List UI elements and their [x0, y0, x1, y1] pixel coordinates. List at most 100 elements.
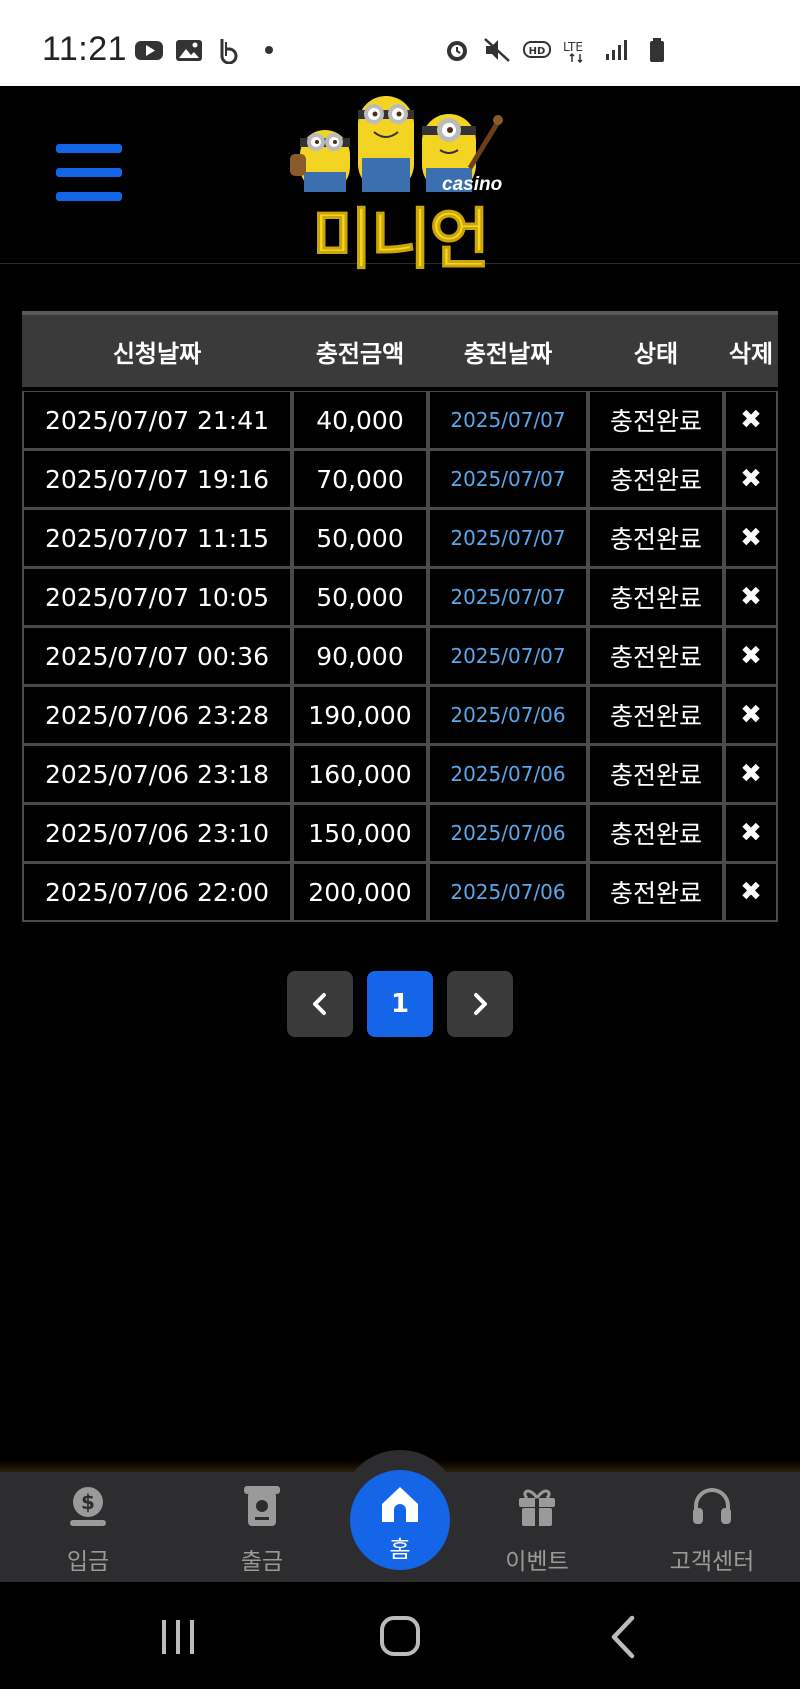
request-date-cell: 2025/07/07 21:41 — [22, 391, 292, 450]
delete-button[interactable]: ✖ — [724, 450, 778, 509]
nav-event-label: 이벤트 — [505, 1549, 569, 1575]
charge-date-cell: 2025/07/06 — [428, 804, 588, 863]
status-time: 11:21 — [42, 30, 128, 68]
pagination: 1 — [287, 971, 513, 1037]
delete-button[interactable]: ✖ — [724, 804, 778, 863]
col-status: 상태 — [588, 311, 724, 387]
request-date-cell: 2025/07/07 00:36 — [22, 627, 292, 686]
status-cell: 충전완료 — [588, 627, 724, 686]
charge-date-cell: 2025/07/07 — [428, 627, 588, 686]
charge-date-cell: 2025/07/07 — [428, 509, 588, 568]
prev-page-button[interactable] — [287, 971, 353, 1037]
page-button-current[interactable]: 1 — [367, 971, 433, 1037]
gift-icon — [519, 1489, 555, 1526]
delete-button[interactable]: ✖ — [724, 745, 778, 804]
delete-button[interactable]: ✖ — [724, 568, 778, 627]
alarm-icon — [447, 41, 467, 61]
logo-main-text: 미니언 — [311, 201, 490, 279]
nav-home[interactable]: 홈 — [350, 1470, 450, 1570]
request-date-cell: 2025/07/06 23:10 — [22, 804, 292, 863]
delete-button[interactable]: ✖ — [724, 686, 778, 745]
dot-icon — [265, 46, 273, 54]
request-date-cell: 2025/07/06 23:28 — [22, 686, 292, 745]
table-row: 2025/07/07 00:36 90,000 2025/07/07 충전완료 … — [22, 627, 778, 686]
status-left-icons — [134, 36, 284, 64]
charge-date-cell: 2025/07/06 — [428, 686, 588, 745]
amount-cell: 50,000 — [292, 568, 428, 627]
chevron-left-icon — [313, 993, 326, 1015]
amount-cell: 40,000 — [292, 391, 428, 450]
amount-cell: 50,000 — [292, 509, 428, 568]
status-cell: 충전완료 — [588, 804, 724, 863]
b-app-icon — [220, 39, 238, 64]
col-request-date: 신청날짜 — [22, 311, 292, 387]
status-cell: 충전완료 — [588, 568, 724, 627]
charge-date-cell: 2025/07/06 — [428, 863, 588, 922]
request-date-cell: 2025/07/06 23:18 — [22, 745, 292, 804]
site-header: casino 미니언 — [0, 86, 800, 279]
gallery-icon — [176, 40, 202, 61]
mute-icon — [484, 38, 510, 62]
svg-text:HD: HD — [529, 46, 546, 57]
home-circle-icon[interactable] — [370, 1612, 430, 1662]
home-icon — [382, 1487, 418, 1522]
table-row: 2025/07/06 23:10 150,000 2025/07/06 충전완료… — [22, 804, 778, 863]
youtube-icon — [135, 41, 163, 60]
signal-icon — [606, 40, 627, 60]
status-cell: 충전완료 — [588, 686, 724, 745]
amount-cell: 200,000 — [292, 863, 428, 922]
status-right-icons: HD LTE — [442, 36, 672, 64]
charge-date-cell: 2025/07/07 — [428, 568, 588, 627]
back-icon[interactable] — [596, 1612, 656, 1662]
hd-icon: HD — [523, 41, 551, 58]
nav-support-label: 고객센터 — [669, 1549, 755, 1575]
amount-cell: 70,000 — [292, 450, 428, 509]
withdraw-icon — [244, 1486, 280, 1526]
table-header-row: 신청날짜 충전금액 충전날짜 상태 삭제 — [22, 311, 778, 387]
svg-text:$: $ — [81, 1490, 95, 1514]
nav-withdraw[interactable]: 출금 — [202, 1472, 322, 1582]
headset-icon — [693, 1488, 731, 1524]
charge-date-cell: 2025/07/07 — [428, 391, 588, 450]
table-row: 2025/07/06 23:18 160,000 2025/07/06 충전완료… — [22, 745, 778, 804]
status-cell: 충전완료 — [588, 391, 724, 450]
delete-button[interactable]: ✖ — [724, 863, 778, 922]
status-cell: 충전완료 — [588, 450, 724, 509]
delete-button[interactable]: ✖ — [724, 627, 778, 686]
hamburger-icon[interactable] — [56, 144, 122, 202]
request-date-cell: 2025/07/07 19:16 — [22, 450, 292, 509]
table-row: 2025/07/07 19:16 70,000 2025/07/07 충전완료 … — [22, 450, 778, 509]
request-date-cell: 2025/07/07 11:15 — [22, 509, 292, 568]
col-amount: 충전금액 — [292, 311, 428, 387]
nav-deposit[interactable]: $ 입금 — [28, 1472, 148, 1582]
battery-icon — [650, 38, 664, 62]
amount-cell: 90,000 — [292, 627, 428, 686]
status-cell: 충전완료 — [588, 509, 724, 568]
status-bar: 11:21 HD LTE — [0, 0, 800, 86]
chevron-right-icon — [474, 993, 487, 1015]
site-logo[interactable]: casino 미니언 — [290, 92, 510, 279]
delete-button[interactable]: ✖ — [724, 391, 778, 450]
table-row: 2025/07/06 22:00 200,000 2025/07/06 충전완료… — [22, 863, 778, 922]
nav-support[interactable]: 고객센터 — [652, 1472, 772, 1582]
col-delete: 삭제 — [724, 311, 778, 387]
nav-withdraw-label: 출금 — [240, 1549, 284, 1575]
request-date-cell: 2025/07/07 10:05 — [22, 568, 292, 627]
col-charge-date: 충전날짜 — [428, 311, 588, 387]
table-row: 2025/07/07 10:05 50,000 2025/07/07 충전완료 … — [22, 568, 778, 627]
recents-icon[interactable] — [148, 1612, 208, 1662]
delete-button[interactable]: ✖ — [724, 509, 778, 568]
next-page-button[interactable] — [447, 971, 513, 1037]
lte-icon: LTE — [563, 40, 583, 64]
deposit-history-table: 신청날짜 충전금액 충전날짜 상태 삭제 2025/07/07 21:41 40… — [22, 311, 778, 922]
svg-text:LTE: LTE — [563, 40, 583, 54]
amount-cell: 190,000 — [292, 686, 428, 745]
status-cell: 충전완료 — [588, 863, 724, 922]
amount-cell: 150,000 — [292, 804, 428, 863]
amount-cell: 160,000 — [292, 745, 428, 804]
deposit-icon: $ — [70, 1487, 106, 1526]
status-cell: 충전완료 — [588, 745, 724, 804]
table-row: 2025/07/07 21:41 40,000 2025/07/07 충전완료 … — [22, 391, 778, 450]
nav-event[interactable]: 이벤트 — [477, 1472, 597, 1582]
charge-date-cell: 2025/07/07 — [428, 450, 588, 509]
